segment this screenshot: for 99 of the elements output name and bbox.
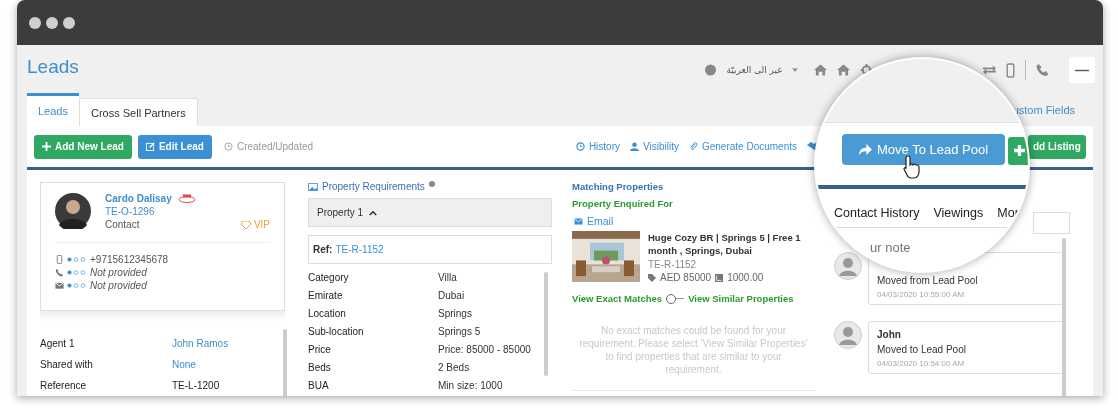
section-title: Matching Properties <box>572 181 665 192</box>
listing-size: 1000.00 <box>727 272 764 283</box>
plus-icon <box>1014 145 1025 156</box>
note-author: John <box>877 329 902 340</box>
note-field[interactable] <box>1033 212 1070 234</box>
envelope-icon <box>55 281 64 290</box>
phone-icon <box>55 268 64 277</box>
contact-type: Contact <box>105 219 140 230</box>
home-icon[interactable] <box>837 64 850 76</box>
image-icon <box>308 182 318 191</box>
user-avatar <box>834 252 862 280</box>
rating-dots-icon <box>67 257 87 262</box>
clock-icon <box>223 142 233 151</box>
scrollbar[interactable] <box>544 272 548 376</box>
contact-value: Not provided <box>90 267 147 278</box>
window-dot[interactable] <box>29 16 41 29</box>
email-link[interactable]: Email <box>574 215 815 227</box>
contact-reference[interactable]: TE-O-1296 <box>105 206 270 217</box>
toolbar-button[interactable]: Edit Lead <box>137 134 212 159</box>
detail-label: Agent 1 <box>40 338 76 349</box>
area-icon <box>715 273 724 282</box>
chevron-icon[interactable] <box>369 209 378 216</box>
toolbar-link[interactable]: Visibility <box>630 141 679 152</box>
requirement-label: Category <box>308 271 350 283</box>
page-title: Leads <box>27 55 79 78</box>
property-accordion[interactable]: Property 1 <box>308 198 552 227</box>
contact-name[interactable]: Cardo Dalisay <box>105 193 172 204</box>
edit-icon <box>145 142 155 151</box>
requirement-label: Beds <box>308 361 332 373</box>
created-updated-label[interactable]: Created/Updated <box>236 141 314 152</box>
listing-title[interactable]: Huge Cozy BR | Springs 5 | Free 1 month , Springs, Dubai <box>648 231 815 257</box>
exact-matches-link[interactable]: View Exact Matches <box>572 293 663 304</box>
note-time: 04/03/2020 10:54:00 AM <box>877 359 966 368</box>
contact-value: Not provided <box>90 280 147 291</box>
user-icon <box>630 142 639 151</box>
requirement-label: BUA <box>308 379 330 391</box>
caret-icon[interactable] <box>792 68 798 72</box>
envelope-icon <box>574 217 583 225</box>
requirement-value: 2 Beds <box>438 361 470 373</box>
window-dot[interactable] <box>46 16 58 29</box>
requirement-value: Dubai <box>438 289 465 301</box>
note-text: Moved from Lead Pool <box>877 275 979 286</box>
rating-dots-icon <box>67 283 87 288</box>
add-listing-button[interactable]: dd Listing <box>1028 134 1086 159</box>
phone-icon[interactable] <box>1036 64 1049 76</box>
requirement-value: Villa <box>438 271 457 283</box>
tab[interactable]: Viewings <box>933 206 984 220</box>
mobile-icon <box>55 255 64 264</box>
note-time: 04/03/2020 10:55:00 AM <box>877 290 966 299</box>
section-title: Property Requirements <box>322 181 425 192</box>
home-icon[interactable] <box>814 64 827 76</box>
requirement-value: Min size: 1000 <box>438 379 503 391</box>
note-text: Moved to Lead Pool <box>877 344 967 355</box>
toggle-switch[interactable] <box>666 293 685 304</box>
plus-icon <box>42 142 51 151</box>
toolbar-link[interactable]: History <box>575 141 620 152</box>
tag-icon <box>648 273 656 282</box>
requirement-value: Price: 85000 - 85000 <box>438 343 531 355</box>
scrollbar[interactable] <box>1062 238 1066 396</box>
transfer-icon[interactable] <box>983 64 996 76</box>
contact-value: +9715612345678 <box>90 254 169 265</box>
tab[interactable]: Cross Sell Partners <box>79 98 198 126</box>
rating-dots-icon <box>67 270 87 275</box>
detail-link[interactable]: John Ramos <box>172 338 229 349</box>
history-icon <box>575 142 585 151</box>
mobile-icon[interactable] <box>1006 62 1015 78</box>
note-field[interactable]: ur note <box>870 240 911 255</box>
tab[interactable]: Leads <box>27 93 79 126</box>
language-label[interactable]: غير الى العربيّة <box>726 65 782 75</box>
requirement-label: Price <box>308 343 332 355</box>
requirement-label: Sub-location <box>308 325 365 337</box>
share-arrow-icon <box>858 144 872 155</box>
listing-price: AED 85000 <box>660 272 712 283</box>
toolbar-button[interactable]: Add New Lead <box>34 134 132 159</box>
hand-cursor-icon <box>902 155 922 179</box>
scrollbar[interactable] <box>283 329 287 396</box>
tab[interactable]: Contact History <box>834 206 920 220</box>
paperclip-icon <box>688 142 698 151</box>
vip-badge: VIP <box>240 219 270 230</box>
requirement-label: Location <box>308 307 347 319</box>
subsection-title: Property Enquired For <box>572 198 674 209</box>
detail-link[interactable]: None <box>172 359 196 370</box>
detail-label: Shared with <box>40 359 94 370</box>
contact-avatar <box>55 193 91 229</box>
listing-reference: TE-R-1152 <box>648 259 698 270</box>
requirement-value: Springs <box>438 307 472 319</box>
accordion-title: Property 1 <box>317 207 364 218</box>
requirement-value: Springs 5 <box>438 325 481 337</box>
detail-value: TE-L-1200 <box>172 380 220 391</box>
window-dot[interactable] <box>63 16 75 29</box>
similar-properties-link[interactable]: View Similar Properties <box>688 293 794 304</box>
detail-label: Reference <box>40 380 88 391</box>
user-avatar <box>834 321 862 349</box>
view-360-icon[interactable] <box>177 194 196 203</box>
toolbar-link[interactable]: Generate Documents <box>688 141 797 152</box>
move-to-lead-pool-button[interactable]: Move To Lead Pool <box>842 134 1005 165</box>
reference-label: Ref: <box>313 244 333 255</box>
requirement-label: Emirate <box>308 289 344 301</box>
reference-link[interactable]: TE-R-1152 <box>335 244 384 255</box>
